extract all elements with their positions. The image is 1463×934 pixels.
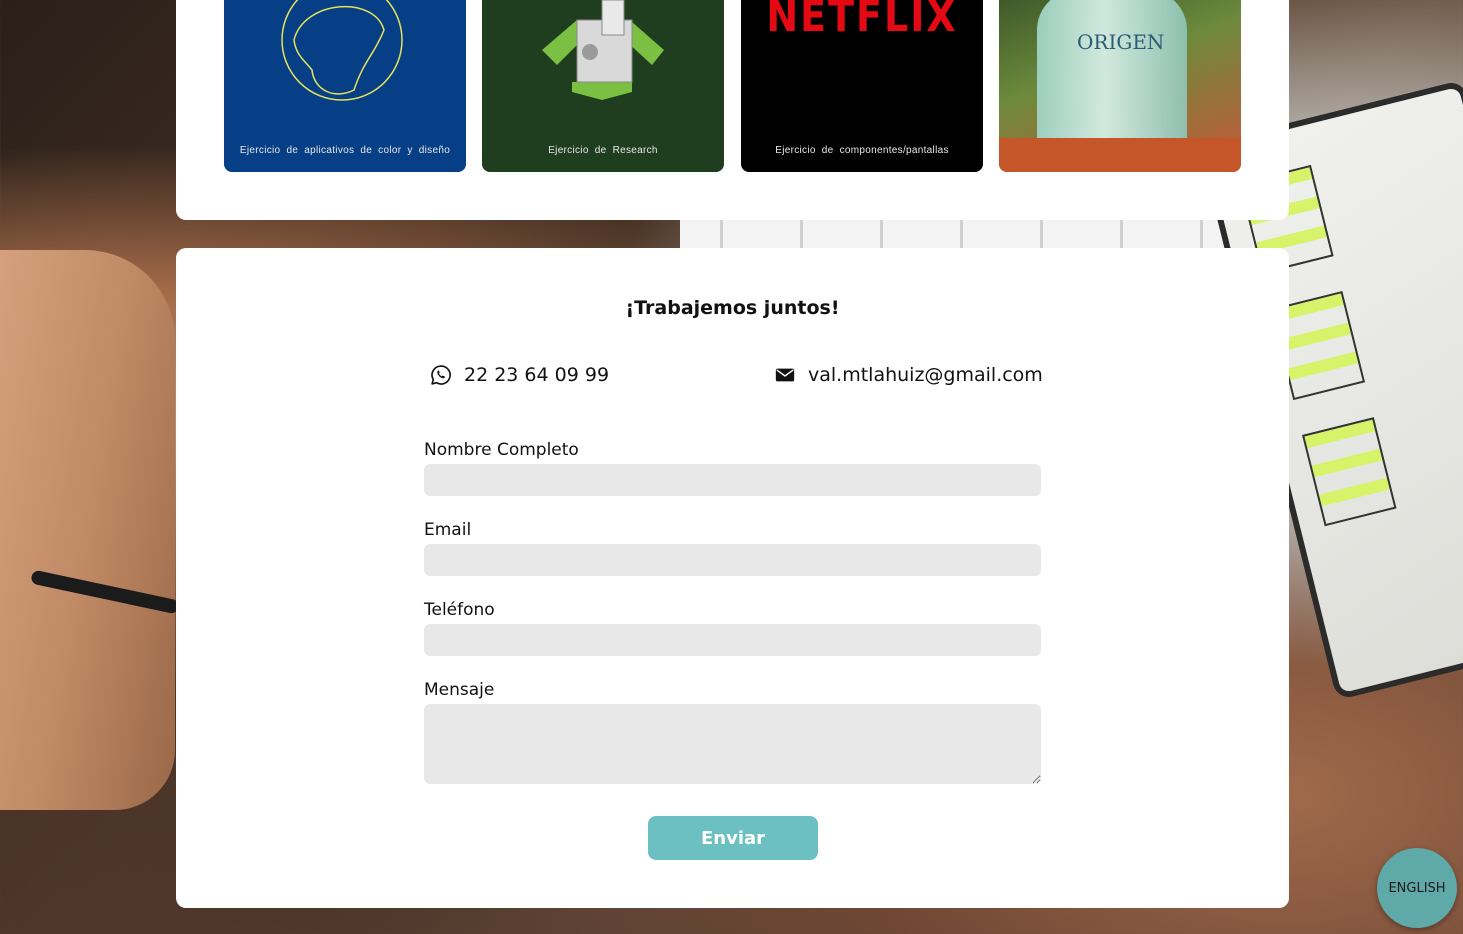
planter-ledge: [999, 138, 1241, 172]
whatsapp-icon: [430, 364, 452, 386]
language-toggle-button[interactable]: ENGLISH: [1377, 848, 1457, 928]
thumbnail-caption: Ejercicio de componentes/pantallas: [775, 145, 949, 156]
phone-field-label: Teléfono: [424, 600, 495, 620]
portfolio-thumbnail-color-design[interactable]: Ejercicio de aplicativos de color y dise…: [224, 0, 466, 172]
portfolio-thumbnail-components[interactable]: NETFLIX Ejercicio de componentes/pantall…: [741, 0, 983, 172]
email-field[interactable]: [424, 544, 1041, 576]
email-field-label: Email: [424, 520, 472, 540]
portfolio-card: Ejercicio de aplicativos de color y dise…: [176, 0, 1289, 220]
message-field[interactable]: [424, 704, 1041, 784]
phone-field[interactable]: [424, 624, 1041, 656]
thumbnail-caption: Ejercicio de aplicativos de color y dise…: [239, 145, 451, 156]
portfolio-thumbnail-research[interactable]: Ejercicio de Research: [482, 0, 724, 172]
netflix-logo: NETFLIX: [766, 0, 958, 42]
message-field-label: Mensaje: [424, 680, 495, 700]
background-photo-sketch: [680, 218, 1280, 250]
name-field-label: Nombre Completo: [424, 440, 579, 460]
contact-title: ¡Trabajemos juntos!: [625, 297, 840, 319]
name-field[interactable]: [424, 464, 1041, 496]
email-address: val.mtlahuiz@gmail.com: [808, 364, 1043, 386]
portfolio-thumbnail-bottle[interactable]: ORIGEN: [999, 0, 1241, 172]
envelope-icon: [774, 364, 796, 386]
wireframe-sketch: [1301, 417, 1397, 527]
contact-card: ¡Trabajemos juntos! 22 23 64 09 99 val.m…: [176, 248, 1289, 908]
thumbnail-caption: Ejercicio de Research: [548, 145, 658, 156]
background-photo-arm: [0, 250, 175, 810]
bottle-label: ORIGEN: [1077, 30, 1165, 54]
phone-number: 22 23 64 09 99: [464, 364, 610, 386]
contact-email[interactable]: val.mtlahuiz@gmail.com: [774, 364, 1043, 386]
bottle-photo: ORIGEN: [1037, 0, 1187, 155]
contact-phone[interactable]: 22 23 64 09 99: [430, 364, 609, 386]
send-button[interactable]: Enviar: [648, 816, 818, 860]
